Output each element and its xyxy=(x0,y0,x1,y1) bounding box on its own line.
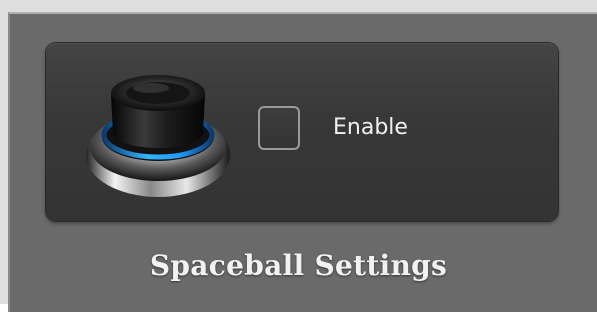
page-title: Spaceball Settings xyxy=(149,249,448,282)
enable-label[interactable]: Enable xyxy=(333,115,408,141)
enable-checkbox[interactable] xyxy=(258,106,300,150)
spacemouse-controller-icon xyxy=(86,75,230,197)
settings-window: Enable Spaceball Settings xyxy=(0,0,597,312)
device-card: Enable xyxy=(46,43,558,221)
